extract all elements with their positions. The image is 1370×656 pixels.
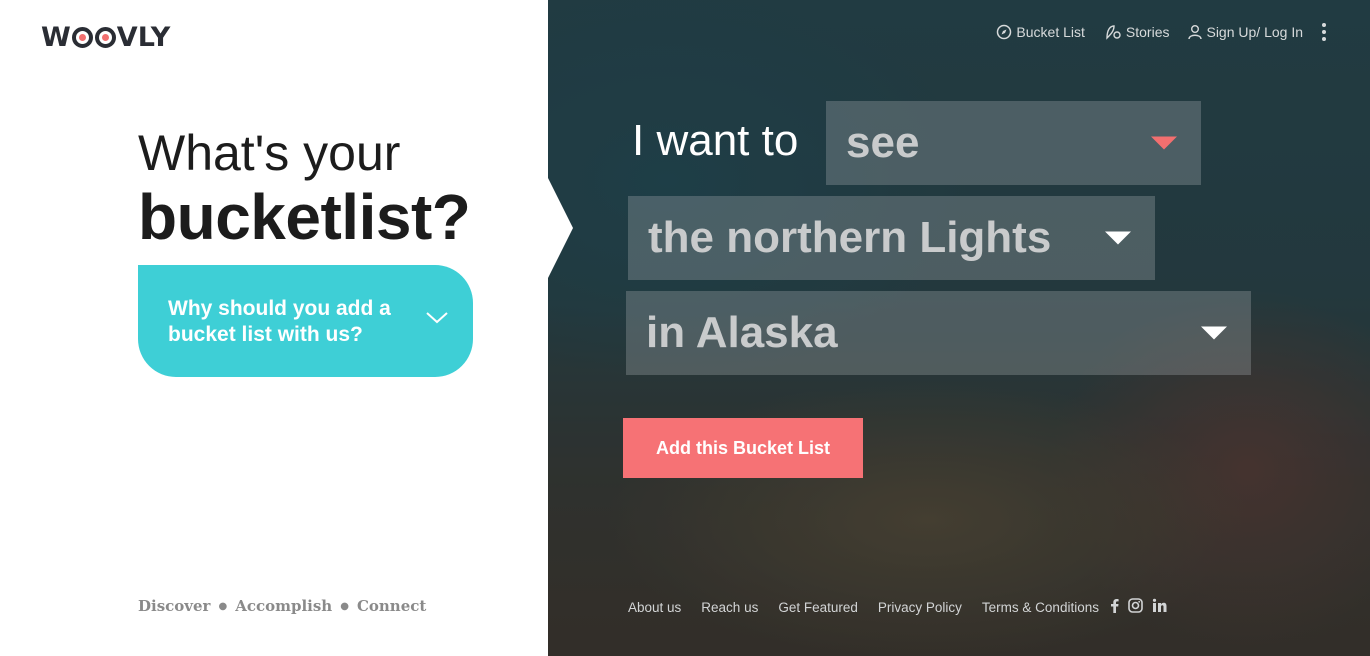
tagline-footer: Discover ● Accomplish ● Connect: [138, 597, 426, 615]
i-want-to-label: I want to: [632, 116, 799, 165]
top-nav: Bucket List Stories Sign Up/ Log In: [996, 22, 1370, 42]
tagline-accomplish: Accomplish: [235, 597, 333, 615]
verb-select-value: see: [846, 118, 920, 167]
nav-sign-in[interactable]: Sign Up/ Log In: [1188, 24, 1303, 40]
site-footer: About us Reach us Get Featured Privacy P…: [628, 598, 1167, 616]
footer-terms[interactable]: Terms & Conditions: [982, 600, 1099, 615]
nav-bucket-list-label: Bucket List: [1016, 24, 1085, 40]
footer-get-featured[interactable]: Get Featured: [778, 600, 858, 615]
separator-dot: ●: [218, 600, 228, 612]
why-add-bucket-list-button[interactable]: Why should you add a bucket list with us…: [138, 265, 473, 377]
headline-line-1: What's your: [138, 125, 401, 181]
facebook-icon[interactable]: [1110, 598, 1119, 616]
stories-icon: [1106, 25, 1121, 40]
logo-eyes-icon: [71, 27, 117, 48]
tagline-discover: Discover: [138, 597, 211, 615]
headline-line-2: bucketlist?: [138, 181, 471, 253]
nav-stories[interactable]: Stories: [1104, 24, 1170, 40]
left-panel: W VLY What's your bucketlist? Why should…: [0, 0, 548, 656]
instagram-icon[interactable]: [1128, 598, 1143, 616]
why-button-label: Why should you add a bucket list with us…: [168, 297, 391, 346]
dropdown-arrow-icon: [1105, 231, 1131, 245]
nav-bucket-list[interactable]: Bucket List: [996, 24, 1085, 40]
footer-privacy-policy[interactable]: Privacy Policy: [878, 600, 962, 615]
thing-select[interactable]: the northern Lights: [628, 196, 1155, 280]
add-bucket-list-button[interactable]: Add this Bucket List: [623, 418, 863, 478]
logo-letters-vly: VLY: [116, 22, 171, 53]
panel-notch: [548, 178, 573, 278]
separator-dot: ●: [340, 600, 349, 612]
user-icon: [1188, 25, 1203, 40]
footer-reach-us[interactable]: Reach us: [701, 600, 758, 615]
tagline-connect: Connect: [356, 597, 427, 615]
logo-letter-w: W: [41, 22, 71, 53]
dropdown-arrow-icon: [1151, 136, 1177, 150]
compass-icon: [997, 24, 1012, 40]
chevron-down-icon: [426, 312, 448, 324]
verb-select[interactable]: see: [826, 101, 1201, 185]
linkedin-icon[interactable]: [1152, 598, 1167, 616]
woovly-logo[interactable]: W VLY: [41, 22, 170, 53]
place-select-value: in Alaska: [646, 308, 838, 357]
more-menu-icon[interactable]: [1322, 23, 1326, 41]
footer-about-us[interactable]: About us: [628, 600, 681, 615]
social-links: [1110, 598, 1167, 616]
thing-select-value: the northern Lights: [648, 213, 1052, 262]
place-select[interactable]: in Alaska: [626, 291, 1251, 375]
nav-stories-label: Stories: [1125, 24, 1170, 40]
hero-background-image: Bucket List Stories Sign Up/ Log In I wa…: [548, 0, 1370, 656]
nav-sign-in-label: Sign Up/ Log In: [1206, 24, 1303, 40]
dropdown-arrow-icon: [1201, 326, 1227, 340]
